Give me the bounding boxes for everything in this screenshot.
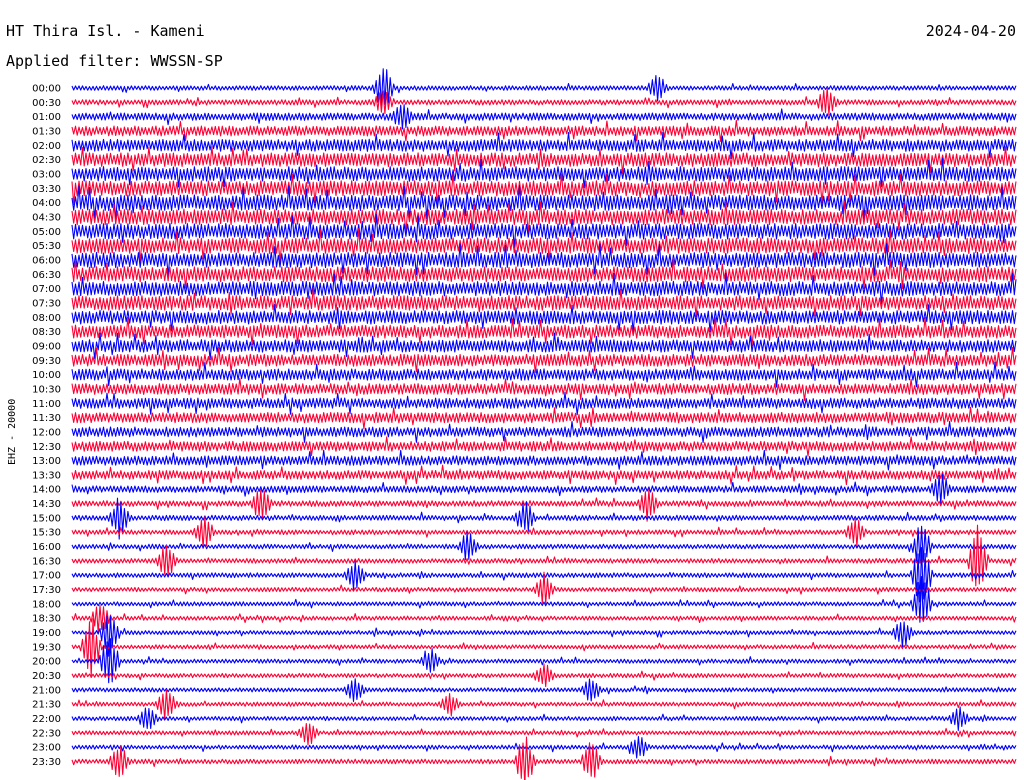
trace-2030: [71, 663, 1017, 688]
time-label: 14:30: [32, 499, 61, 510]
time-label: 03:30: [32, 184, 61, 195]
time-label: 13:00: [32, 456, 61, 467]
time-tick-group: 00:00 00:30 01:00 01:30 02:00 02:30 03:00 03:30…: [32, 84, 61, 769]
time-label: 10:30: [32, 384, 61, 395]
time-label: 05:00: [32, 227, 61, 238]
time-label: 11:30: [32, 413, 61, 424]
trace-1900: [71, 615, 1017, 657]
trace-2300: [71, 735, 1017, 759]
time-label: 15:00: [32, 513, 61, 524]
trace-1000: [71, 361, 1017, 388]
trace-1030: [71, 377, 1017, 401]
time-label: 15:30: [32, 528, 61, 539]
time-label: 12:30: [32, 442, 61, 453]
time-label: 00:00: [32, 84, 61, 95]
trace-2200: [71, 706, 1017, 731]
time-label: 13:30: [32, 470, 61, 481]
trace-1230: [71, 436, 1017, 457]
time-label: 02:30: [32, 155, 61, 166]
time-label: 03:00: [32, 169, 61, 180]
trace-1330: [71, 464, 1017, 486]
filter-label: Applied filter: WWSSN-SP: [6, 52, 223, 70]
trace-1200: [71, 420, 1017, 443]
time-label: 00:30: [32, 98, 61, 109]
time-label: 11:00: [32, 399, 61, 410]
time-label: 01:00: [32, 112, 61, 123]
helicorder-chart: HT Thira Isl. - Kameni 2024-04-20 Applie…: [6, 22, 1017, 780]
trace-2100: [71, 678, 1017, 702]
trace-group: [71, 68, 1017, 780]
trace-1800: [71, 575, 1017, 623]
trace-0130: [71, 119, 1017, 142]
time-label: 19:30: [32, 642, 61, 653]
trace-1300: [71, 449, 1017, 471]
time-label: 19:00: [32, 628, 61, 639]
time-label: 23:30: [32, 757, 61, 768]
time-label: 08:30: [32, 327, 61, 338]
time-label: 20:00: [32, 657, 61, 668]
time-label: 22:30: [32, 728, 61, 739]
time-label: 18:30: [32, 614, 61, 625]
time-label: 23:00: [32, 743, 61, 754]
time-label: 10:00: [32, 370, 61, 381]
time-label: 07:00: [32, 284, 61, 295]
time-label: 16:30: [32, 556, 61, 567]
time-label: 09:30: [32, 356, 61, 367]
trace-0100: [71, 104, 1017, 130]
time-label: 21:30: [32, 700, 61, 711]
time-label: 05:30: [32, 241, 61, 252]
time-label: 14:00: [32, 485, 61, 496]
trace-2230: [71, 722, 1017, 746]
time-label: 04:00: [32, 198, 61, 209]
time-label: 09:00: [32, 341, 61, 352]
time-label: 06:00: [32, 255, 61, 266]
time-label: 22:00: [32, 714, 61, 725]
trace-1530: [71, 516, 1017, 549]
trace-2330: [71, 736, 1017, 780]
station-title: HT Thira Isl. - Kameni: [6, 22, 205, 40]
time-label: 21:00: [32, 685, 61, 696]
time-label: 06:30: [32, 270, 61, 281]
time-label: 04:30: [32, 212, 61, 223]
record-date: 2024-04-20: [926, 22, 1016, 40]
time-label: 02:00: [32, 141, 61, 152]
time-label: 08:00: [32, 313, 61, 324]
channel-label: EHZ - 20000: [7, 399, 18, 465]
time-label: 17:30: [32, 585, 61, 596]
time-label: 12:00: [32, 427, 61, 438]
trace-0030: [71, 86, 1017, 116]
trace-1830: [71, 604, 1017, 634]
time-label: 07:30: [32, 298, 61, 309]
time-label: 16:00: [32, 542, 61, 553]
time-label: 17:00: [32, 571, 61, 582]
trace-1130: [71, 406, 1017, 430]
time-label: 18:00: [32, 599, 61, 610]
time-label: 01:30: [32, 126, 61, 137]
trace-1100: [71, 391, 1017, 416]
time-label: 20:30: [32, 671, 61, 682]
